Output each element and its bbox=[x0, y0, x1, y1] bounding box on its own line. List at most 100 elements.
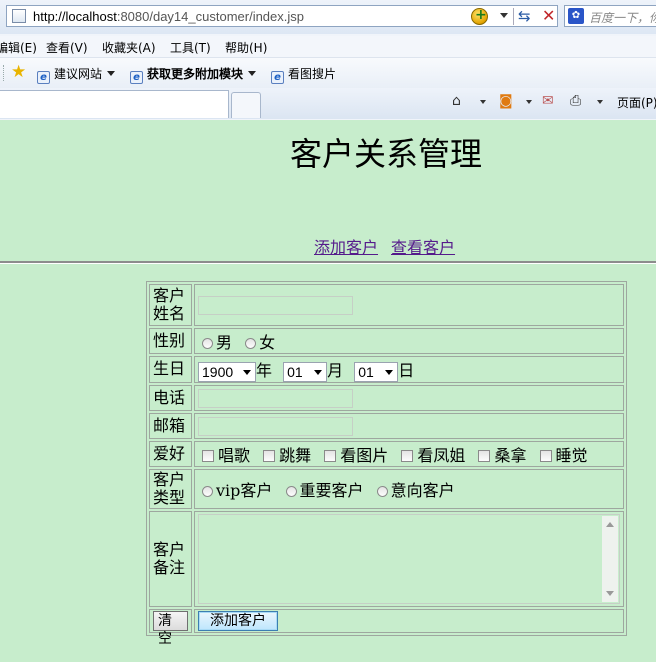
month-unit: 月 bbox=[327, 361, 344, 380]
year-unit: 年 bbox=[256, 361, 273, 380]
mail-icon[interactable]: ✉ bbox=[542, 93, 554, 109]
address-dropdown-icon[interactable] bbox=[500, 13, 508, 18]
label-gender: 性别 bbox=[149, 328, 192, 354]
row-hobby: 爱好 唱歌 跳舞 看图片 看凤姐 桑拿 睡觉 bbox=[149, 440, 624, 467]
favorites-star-icon[interactable]: ★ bbox=[11, 62, 26, 82]
radio-vip[interactable] bbox=[202, 485, 213, 497]
chevron-down-icon[interactable] bbox=[480, 100, 486, 104]
customer-form: 客户姓名 性别 男 女 生日 1900 年 01 月 01 日 电话 邮箱 爱好… bbox=[146, 281, 627, 647]
label-name: 客户姓名 bbox=[149, 284, 192, 326]
add-customer-link[interactable]: 添加客户 bbox=[314, 234, 378, 258]
gender-option-female[interactable]: 女 bbox=[241, 333, 275, 352]
row-type: 客户类型 vip客户 重要客户 意向客户 bbox=[149, 468, 624, 509]
address-url[interactable]: http://localhost:8080/day14_customer/ind… bbox=[33, 9, 304, 24]
horizontal-rule bbox=[0, 261, 656, 264]
label-type: 客户类型 bbox=[149, 468, 192, 509]
radio-important[interactable] bbox=[285, 485, 297, 497]
reset-button[interactable]: 清空 bbox=[153, 610, 188, 647]
compatibility-icon[interactable] bbox=[471, 7, 488, 25]
hobby-option[interactable]: 唱歌 bbox=[198, 446, 250, 465]
checkbox-singing[interactable] bbox=[202, 449, 214, 462]
print-icon[interactable]: ⎙ bbox=[570, 93, 581, 109]
phone-input[interactable] bbox=[198, 388, 353, 408]
radio-prospect[interactable] bbox=[376, 485, 388, 497]
browser-chrome: http://localhost:8080/day14_customer/ind… bbox=[0, 0, 656, 120]
hobby-option[interactable]: 跳舞 bbox=[259, 446, 311, 465]
hobby-option[interactable]: 桑拿 bbox=[474, 446, 526, 465]
radio-female[interactable] bbox=[245, 338, 257, 349]
baidu-icon: ✿ bbox=[568, 8, 584, 24]
chevron-down-icon[interactable] bbox=[526, 100, 532, 104]
label-notes: 客户备注 bbox=[149, 510, 192, 607]
row-notes: 客户备注 bbox=[149, 510, 624, 607]
hobby-option[interactable]: 睡觉 bbox=[536, 446, 588, 465]
birth-month-select[interactable]: 01 bbox=[283, 361, 328, 382]
view-customers-link[interactable]: 查看客户 bbox=[391, 234, 455, 258]
notes-textarea[interactable] bbox=[198, 513, 620, 604]
menu-view[interactable]: 查看(V) bbox=[46, 39, 88, 56]
address-bar-row: http://localhost:8080/day14_customer/ind… bbox=[0, 0, 656, 34]
scroll-down-icon[interactable] bbox=[606, 590, 614, 596]
toolbar-grip[interactable] bbox=[3, 65, 7, 81]
form-table: 客户姓名 性别 男 女 生日 1900 年 01 月 01 日 电话 邮箱 爱好… bbox=[147, 282, 626, 647]
chevron-down-icon[interactable] bbox=[597, 100, 603, 104]
favorite-get-addons[interactable]: e 获取更多附加模块 bbox=[130, 65, 257, 84]
label-email: 邮箱 bbox=[149, 412, 192, 439]
type-option-prospect[interactable]: 意向客户 bbox=[373, 481, 455, 500]
search-placeholder: 百度一下，你 bbox=[589, 11, 656, 25]
hobby-option[interactable]: 看图片 bbox=[320, 446, 388, 465]
radio-male[interactable] bbox=[202, 338, 213, 349]
type-option-important[interactable]: 重要客户 bbox=[282, 481, 364, 500]
favorites-bar: ★ e 建议网站 e 获取更多附加模块 e 看图搜片 bbox=[0, 58, 656, 89]
birth-year-select[interactable]: 1900 bbox=[198, 361, 256, 382]
row-email: 邮箱 bbox=[149, 412, 624, 439]
ie-icon: e bbox=[271, 71, 284, 84]
scroll-up-icon[interactable] bbox=[606, 521, 614, 527]
row-name: 客户姓名 bbox=[149, 284, 624, 326]
label-birthday: 生日 bbox=[149, 356, 192, 383]
new-tab-button[interactable] bbox=[231, 92, 261, 118]
chevron-down-icon bbox=[248, 71, 257, 76]
home-icon[interactable]: ⌂ bbox=[452, 93, 461, 109]
checkbox-sauna[interactable] bbox=[478, 449, 491, 462]
birth-day-select[interactable]: 01 bbox=[354, 361, 399, 382]
gender-option-male[interactable]: 男 bbox=[198, 333, 232, 352]
email-input[interactable] bbox=[198, 416, 353, 436]
search-input[interactable]: ✿ 百度一下，你 bbox=[564, 5, 656, 27]
tab-current[interactable] bbox=[0, 90, 229, 118]
submit-button[interactable]: 添加客户 bbox=[198, 610, 278, 631]
menu-bar: 编辑(E) 查看(V) 收藏夹(A) 工具(T) 帮助(H) bbox=[0, 36, 656, 58]
page-icon bbox=[12, 9, 26, 23]
menu-edit[interactable]: 编辑(E) bbox=[0, 39, 37, 56]
hobby-option[interactable]: 看凤姐 bbox=[397, 446, 465, 465]
ie-icon: e bbox=[130, 71, 143, 84]
favorite-suggested-sites[interactable]: e 建议网站 bbox=[37, 65, 116, 84]
chevron-down-icon bbox=[107, 71, 116, 76]
menu-tools[interactable]: 工具(T) bbox=[170, 39, 211, 56]
menu-help[interactable]: 帮助(H) bbox=[225, 39, 267, 56]
label-phone: 电话 bbox=[149, 384, 192, 411]
checkbox-pictures[interactable] bbox=[324, 449, 337, 462]
ie-icon: e bbox=[37, 71, 50, 84]
name-input[interactable] bbox=[198, 296, 353, 315]
stop-icon[interactable]: ✕ bbox=[542, 6, 555, 25]
type-option-vip[interactable]: vip客户 bbox=[198, 481, 272, 500]
page-title: 客户关系管理 bbox=[289, 135, 482, 173]
checkbox-dancing[interactable] bbox=[263, 449, 276, 462]
page-menu[interactable]: 页面(P) bbox=[617, 94, 656, 111]
row-gender: 性别 男 女 bbox=[149, 328, 624, 354]
day-unit: 日 bbox=[398, 361, 415, 380]
favorite-image-search[interactable]: e 看图搜片 bbox=[271, 65, 336, 84]
refresh-icon[interactable]: ⇆ bbox=[518, 7, 531, 25]
rss-icon[interactable]: ◙ bbox=[499, 93, 513, 109]
row-birthday: 生日 1900 年 01 月 01 日 bbox=[149, 356, 624, 383]
row-phone: 电话 bbox=[149, 384, 624, 411]
checkbox-sleep[interactable] bbox=[539, 449, 552, 462]
address-separator bbox=[513, 8, 514, 25]
row-buttons: 清空 添加客户 bbox=[149, 608, 624, 647]
checkbox-fengjie[interactable] bbox=[401, 449, 414, 462]
menu-favorites[interactable]: 收藏夹(A) bbox=[102, 39, 156, 56]
textarea-scrollbar[interactable] bbox=[602, 515, 618, 602]
address-bar[interactable]: http://localhost:8080/day14_customer/ind… bbox=[6, 5, 558, 27]
tab-bar: ⌂ ◙ ✉ ⎙ 页面(P) bbox=[0, 88, 656, 119]
